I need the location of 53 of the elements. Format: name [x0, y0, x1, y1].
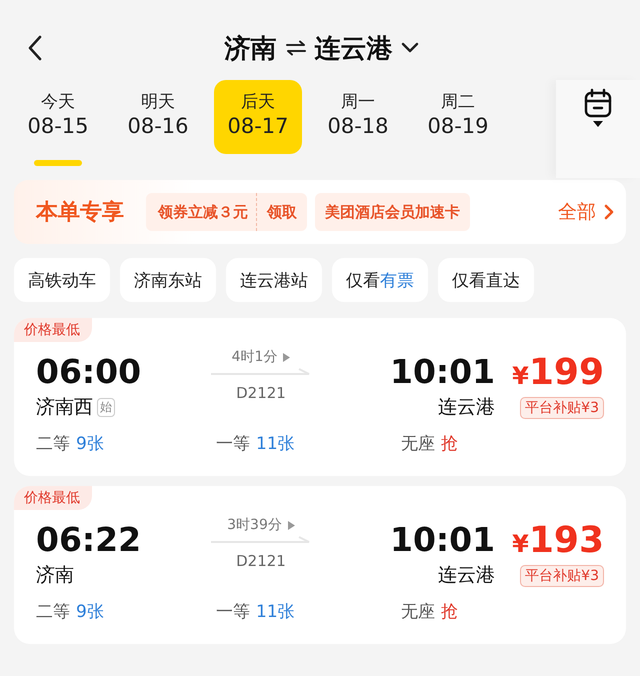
train-number: D2121	[236, 552, 286, 570]
lowest-price-tag: 价格最低	[14, 486, 92, 510]
ticket-count: 11张	[256, 433, 295, 455]
swap-icon[interactable]	[284, 40, 306, 56]
duration: 4时1分	[232, 348, 278, 366]
train-card[interactable]: 价格最低 06:22 济南 3时39分 D2121 10:01 连云港 ¥193 平台补贴¥3 二等 9张 一等 11张 无座 抢	[14, 486, 626, 644]
coupon-text: 领券立减３元	[146, 193, 257, 231]
filter-chip[interactable]: 高铁动车	[14, 258, 110, 302]
chevron-right-icon[interactable]	[604, 204, 614, 220]
lowest-price-tag: 价格最低	[14, 318, 92, 342]
origin-city: 济南	[224, 32, 276, 66]
filter-chip[interactable]: 仅看有票	[332, 258, 428, 302]
departure-time: 06:00	[36, 352, 142, 392]
departure-time: 06:22	[36, 520, 142, 560]
date-tab[interactable]: 周二 08-19	[414, 80, 502, 154]
seat-class: 一等	[216, 433, 250, 455]
play-icon	[288, 520, 295, 530]
filter-chip[interactable]: 济南东站	[120, 258, 216, 302]
subsidy-badge: 平台补贴¥3	[520, 565, 604, 587]
grab-link[interactable]: 抢	[441, 432, 458, 455]
filter-chip[interactable]: 连云港站	[226, 258, 322, 302]
origin-badge: 始	[97, 398, 115, 416]
seat-class: 一等	[216, 601, 250, 623]
train-card[interactable]: 价格最低 06:00 济南西 始 4时1分 D2121 10:01 连云港 ¥199 平台补贴¥3 二等 9张 一等 11张 无座 抢	[14, 318, 626, 476]
price-text: ¥193	[512, 520, 604, 563]
play-icon	[283, 352, 290, 362]
date-tab[interactable]: 明天 08-16	[114, 80, 202, 154]
back-icon[interactable]	[27, 35, 43, 61]
duration: 3时39分	[227, 516, 282, 534]
arrival-time: 10:01	[390, 520, 496, 560]
seat-class: 无座	[401, 601, 435, 623]
ticket-count: 9张	[76, 433, 104, 455]
grab-link[interactable]: 抢	[441, 600, 458, 623]
arrival-station: 连云港	[438, 563, 496, 588]
departure-station: 济南	[36, 563, 74, 588]
promo-title: 本单专享	[36, 199, 124, 227]
seat-class: 二等	[36, 433, 70, 455]
seat-class: 无座	[401, 433, 435, 455]
chevron-down-icon[interactable]	[400, 42, 418, 54]
seat-class: 二等	[36, 601, 70, 623]
train-number: D2121	[236, 384, 286, 402]
arrival-time: 10:01	[390, 352, 496, 392]
subsidy-badge: 平台补贴¥3	[520, 397, 604, 419]
filter-chip[interactable]: 仅看直达	[438, 258, 534, 302]
date-tab[interactable]: 今天 08-15	[14, 80, 102, 154]
ticket-count: 9张	[76, 601, 104, 623]
price-text: ¥199	[512, 352, 604, 395]
arrival-station: 连云港	[438, 395, 496, 420]
ticket-count: 11张	[256, 601, 295, 623]
date-tab[interactable]: 周一 08-18	[314, 80, 402, 154]
date-tab[interactable]: 后天 08-17	[214, 80, 302, 154]
departure-station: 济南西	[36, 395, 93, 420]
destination-city: 连云港	[314, 32, 392, 66]
